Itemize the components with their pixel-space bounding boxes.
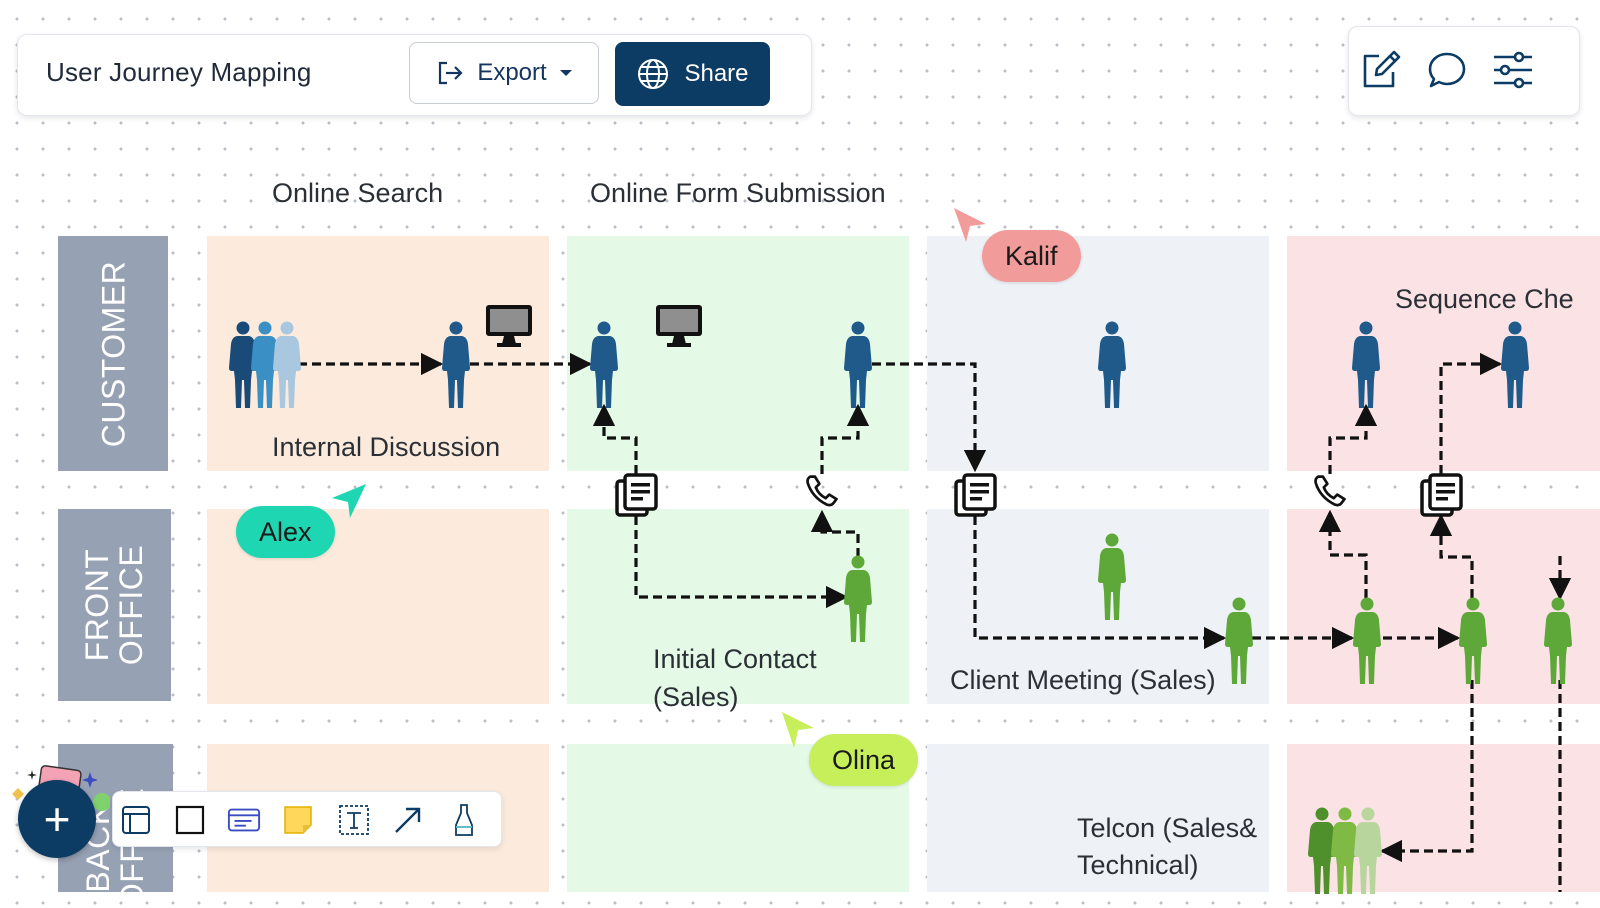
customer-figure	[1500, 320, 1530, 408]
connector	[1439, 352, 1503, 474]
pen-icon[interactable]	[447, 803, 481, 837]
collaborator-tag-alex: Alex	[236, 506, 335, 558]
connector-lines	[298, 352, 1572, 892]
sticky-note-icon[interactable]	[281, 803, 315, 837]
connector	[820, 403, 870, 474]
connector	[872, 362, 987, 473]
connector	[634, 516, 849, 609]
customer-figure	[589, 320, 619, 408]
staff-figure	[1224, 596, 1254, 684]
monitor-icon	[485, 304, 533, 348]
document-icon	[954, 473, 998, 517]
arrow-icon[interactable]	[391, 803, 425, 837]
customer-figure	[1351, 320, 1381, 408]
rectangle-icon[interactable]	[173, 803, 207, 837]
cursor-pointer-icon	[332, 484, 366, 518]
text-icon[interactable]	[337, 803, 371, 837]
card-icon[interactable]	[227, 803, 261, 837]
add-button[interactable]: +	[18, 780, 96, 858]
collaborator-tag-olina: Olina	[809, 734, 919, 786]
customer-figure	[843, 320, 873, 408]
connector	[592, 403, 638, 474]
document-icon	[1420, 473, 1464, 517]
phone-icon	[1313, 473, 1349, 509]
staff-figure	[843, 554, 873, 642]
staff-figure	[1352, 596, 1382, 684]
connector	[1328, 403, 1378, 474]
collaborator-tag-kalif: Kalif	[982, 230, 1081, 282]
customer-figure	[441, 320, 471, 408]
cursor-pointer-icon	[954, 208, 986, 242]
connector	[1379, 680, 1474, 863]
connector	[1429, 513, 1474, 598]
staff-figure	[1353, 806, 1383, 894]
frame-icon[interactable]	[119, 803, 153, 837]
bottom-toolbar	[112, 791, 502, 847]
customer-figure	[1097, 320, 1127, 408]
connector	[810, 509, 860, 557]
staff-figure	[1543, 596, 1573, 684]
monitor-icon	[655, 304, 703, 348]
phone-icon	[805, 473, 841, 509]
customer-figure	[272, 320, 302, 408]
cursor-pointer-icon	[782, 712, 814, 748]
staff-figure	[1458, 596, 1488, 684]
document-icon	[615, 473, 659, 517]
connector	[1318, 509, 1368, 598]
staff-figure	[1097, 532, 1127, 620]
